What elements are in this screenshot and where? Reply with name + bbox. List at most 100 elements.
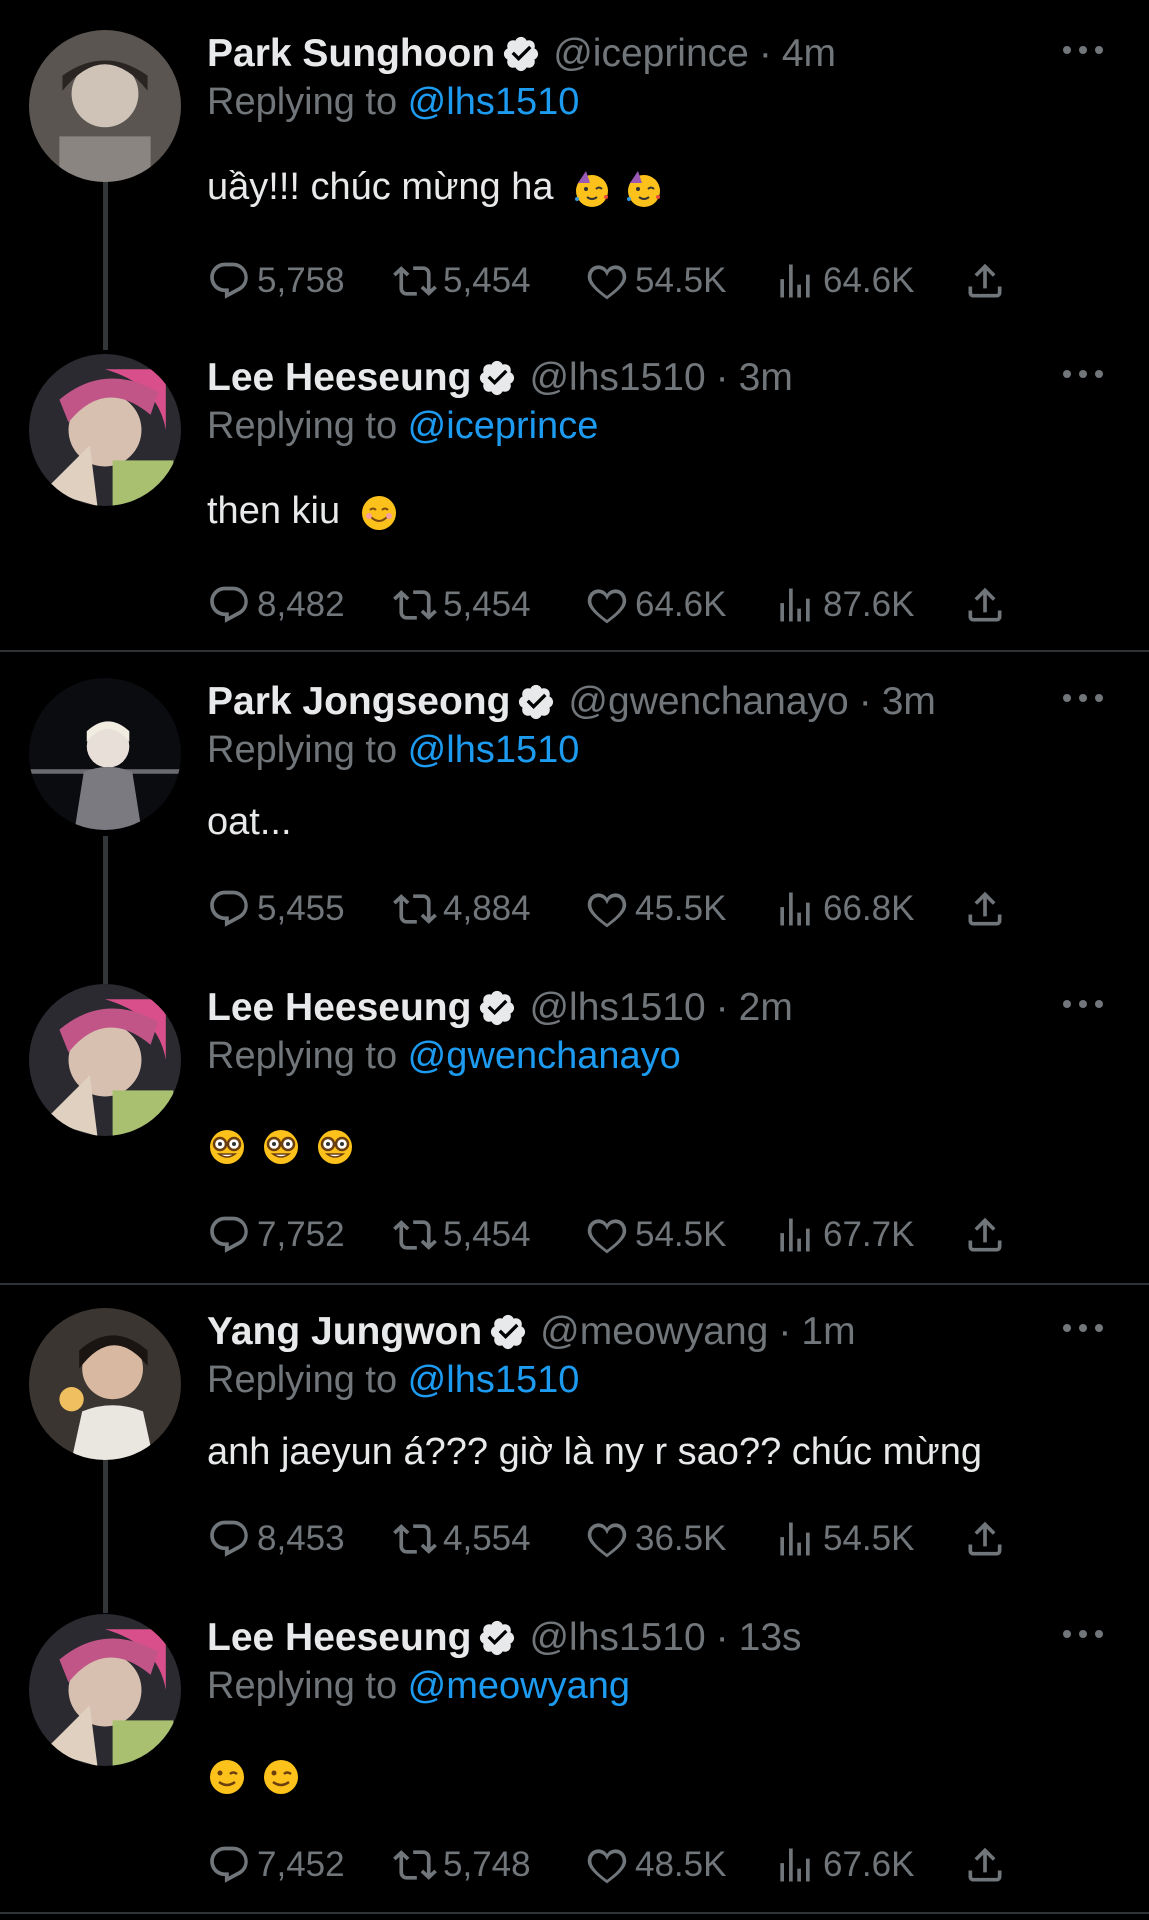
more-options-icon[interactable] xyxy=(1063,1624,1103,1644)
heart-icon xyxy=(587,1849,627,1884)
retweet-count: 5,748 xyxy=(443,1845,531,1884)
mention-link[interactable]: @lhs1510 xyxy=(408,81,580,123)
display-name[interactable]: Park Sunghoon xyxy=(207,32,495,76)
action-bar: 7,452 5,748 48.5K 67.6K xyxy=(207,1840,1007,1890)
mention-link[interactable]: @iceprince xyxy=(408,405,599,447)
retweet-icon xyxy=(393,590,437,620)
retweet-button[interactable]: 4,884 xyxy=(393,887,531,931)
mention-link[interactable]: @lhs1510 xyxy=(408,1359,580,1401)
timestamp[interactable]: 3m xyxy=(882,680,936,724)
share-icon xyxy=(968,891,1002,926)
views-button[interactable]: 66.8K xyxy=(773,887,914,931)
reply-context: Replying to @lhs1510 xyxy=(207,726,1149,774)
thread-connector xyxy=(103,836,108,984)
timestamp[interactable]: 4m xyxy=(782,32,836,76)
like-button[interactable]: 54.5K xyxy=(585,1213,726,1257)
mention-link[interactable]: @meowyang xyxy=(408,1665,630,1707)
analytics-icon xyxy=(780,1522,810,1556)
like-button[interactable]: 36.5K xyxy=(585,1517,726,1561)
share-button[interactable] xyxy=(963,583,1013,627)
reply-button[interactable]: 7,452 xyxy=(207,1843,345,1887)
user-handle[interactable]: @gwenchanayo xyxy=(568,680,848,724)
more-options-icon[interactable] xyxy=(1063,364,1103,384)
like-count: 36.5K xyxy=(635,1519,727,1558)
display-name[interactable]: Yang Jungwon xyxy=(207,1310,482,1354)
retweet-button[interactable]: 5,454 xyxy=(393,583,531,627)
reply-count: 8,453 xyxy=(257,1519,345,1558)
thread-connector xyxy=(103,160,108,350)
user-handle[interactable]: @lhs1510 xyxy=(529,356,705,400)
display-name[interactable]: Park Jongseong xyxy=(207,680,510,724)
views-button[interactable]: 54.5K xyxy=(773,1517,914,1561)
share-button[interactable] xyxy=(963,887,1013,931)
retweet-button[interactable]: 5,454 xyxy=(393,259,531,303)
views-button[interactable]: 64.6K xyxy=(773,259,914,303)
retweet-button[interactable]: 5,748 xyxy=(393,1843,531,1887)
avatar[interactable] xyxy=(29,1308,181,1460)
retweet-button[interactable]: 4,554 xyxy=(393,1517,531,1561)
share-button[interactable] xyxy=(963,1517,1013,1561)
views-button[interactable]: 67.7K xyxy=(773,1213,914,1257)
share-icon xyxy=(968,1217,1002,1252)
analytics-icon xyxy=(780,264,810,298)
timestamp[interactable]: 13s xyxy=(739,1616,802,1660)
timestamp[interactable]: 1m xyxy=(801,1310,855,1354)
views-button[interactable]: 67.6K xyxy=(773,1843,914,1887)
reply-button[interactable]: 8,453 xyxy=(207,1517,345,1561)
avatar[interactable] xyxy=(29,1614,181,1766)
tweet-text xyxy=(207,1124,355,1167)
more-options-icon[interactable] xyxy=(1063,1318,1103,1338)
like-button[interactable]: 48.5K xyxy=(585,1843,726,1887)
timestamp[interactable]: 3m xyxy=(739,356,793,400)
conversation-divider xyxy=(0,650,1149,652)
mention-link[interactable]: @gwenchanayo xyxy=(408,1035,681,1077)
action-bar: 8,453 4,554 36.5K 54.5K xyxy=(207,1514,1007,1564)
retweet-button[interactable]: 5,454 xyxy=(393,1213,531,1257)
more-options-icon[interactable] xyxy=(1063,40,1103,60)
share-icon xyxy=(968,1521,1002,1556)
heart-icon xyxy=(587,1219,627,1254)
tweet-text: oat... xyxy=(207,801,292,844)
display-name[interactable]: Lee Heeseung xyxy=(207,356,471,400)
more-options-icon[interactable] xyxy=(1063,994,1103,1014)
separator: · xyxy=(715,356,729,399)
partying-face-emoji xyxy=(575,170,609,207)
user-handle[interactable]: @lhs1510 xyxy=(529,1616,705,1660)
user-handle[interactable]: @lhs1510 xyxy=(529,986,705,1030)
reply-context: Replying to @iceprince xyxy=(207,402,1149,450)
more-options-icon[interactable] xyxy=(1063,688,1103,708)
share-button[interactable] xyxy=(963,1213,1013,1257)
timestamp[interactable]: 2m xyxy=(739,986,793,1030)
reply-count: 8,482 xyxy=(257,585,345,624)
tweet-text-content: uầy!!! chúc mừng ha xyxy=(207,166,554,208)
share-button[interactable] xyxy=(963,1843,1013,1887)
nerd-face-emoji xyxy=(264,1129,298,1164)
analytics-icon xyxy=(780,588,810,622)
avatar[interactable] xyxy=(29,984,181,1136)
tweet-text: anh jaeyun á??? giờ là ny r sao?? chúc m… xyxy=(207,1431,982,1474)
analytics-icon xyxy=(780,1848,810,1882)
like-button[interactable]: 45.5K xyxy=(585,887,726,931)
reply-icon xyxy=(210,262,248,299)
avatar[interactable] xyxy=(29,30,181,182)
views-count: 67.6K xyxy=(823,1845,915,1884)
avatar[interactable] xyxy=(29,678,181,830)
user-handle[interactable]: @meowyang xyxy=(540,1310,768,1354)
reply-button[interactable]: 8,482 xyxy=(207,583,345,627)
like-button[interactable]: 54.5K xyxy=(585,259,726,303)
like-button[interactable]: 64.6K xyxy=(585,583,726,627)
mention-link[interactable]: @lhs1510 xyxy=(408,729,580,771)
reply-button[interactable]: 5,758 xyxy=(207,259,345,303)
separator: · xyxy=(758,32,772,75)
share-button[interactable] xyxy=(963,259,1013,303)
reply-count: 5,758 xyxy=(257,261,345,300)
display-name[interactable]: Lee Heeseung xyxy=(207,986,471,1030)
views-button[interactable]: 87.6K xyxy=(773,583,914,627)
reply-button[interactable]: 7,752 xyxy=(207,1213,345,1257)
avatar[interactable] xyxy=(29,354,181,506)
user-handle[interactable]: @iceprince xyxy=(553,32,749,76)
reply-button[interactable]: 5,455 xyxy=(207,887,345,931)
display-name[interactable]: Lee Heeseung xyxy=(207,1616,471,1660)
verified-badge-icon xyxy=(480,360,515,396)
retweet-count: 4,554 xyxy=(443,1519,531,1558)
